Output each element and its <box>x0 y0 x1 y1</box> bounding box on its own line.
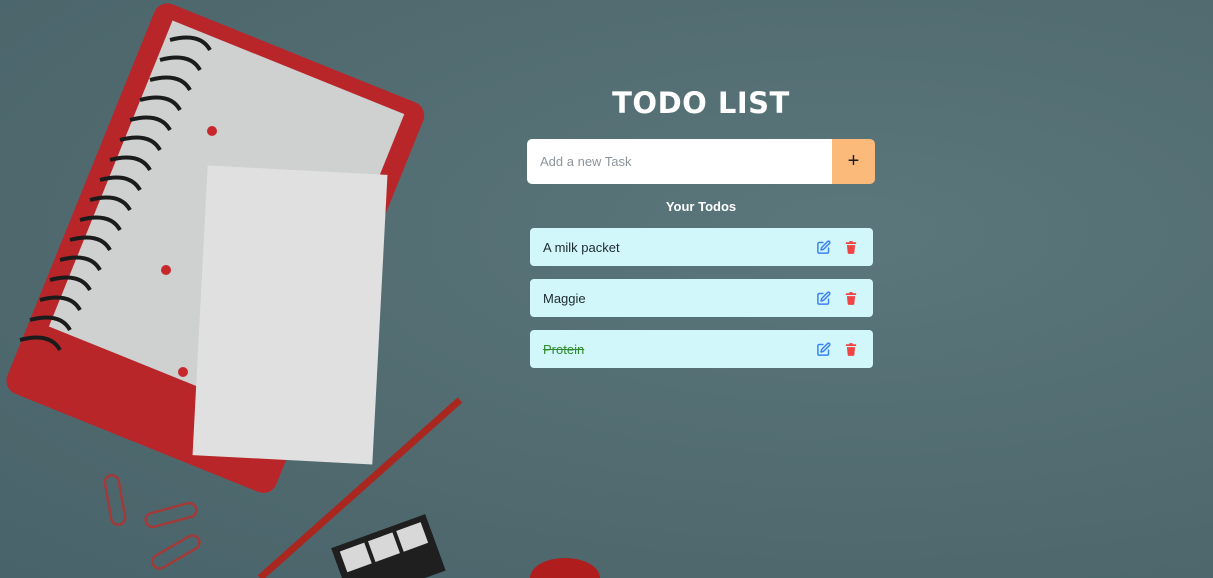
add-task-form: + <box>527 139 875 184</box>
todo-item: A milk packet <box>530 228 873 266</box>
todo-text[interactable]: A milk packet <box>543 240 814 255</box>
todo-item: Maggie <box>530 279 873 317</box>
trash-icon[interactable] <box>842 289 860 307</box>
page-title: TODO LIST <box>612 86 790 120</box>
todo-item: Protein <box>530 330 873 368</box>
todo-text-completed[interactable]: Protein <box>543 342 814 357</box>
todo-list: A milk packet Maggie Protein <box>530 228 873 381</box>
edit-icon[interactable] <box>814 238 832 256</box>
edit-icon[interactable] <box>814 289 832 307</box>
trash-icon[interactable] <box>842 340 860 358</box>
edit-icon[interactable] <box>814 340 832 358</box>
add-task-button[interactable]: + <box>832 139 875 184</box>
todos-heading: Your Todos <box>665 199 737 214</box>
new-task-input[interactable] <box>527 139 832 184</box>
todo-text[interactable]: Maggie <box>543 291 814 306</box>
plus-icon: + <box>847 150 860 172</box>
trash-icon[interactable] <box>842 238 860 256</box>
